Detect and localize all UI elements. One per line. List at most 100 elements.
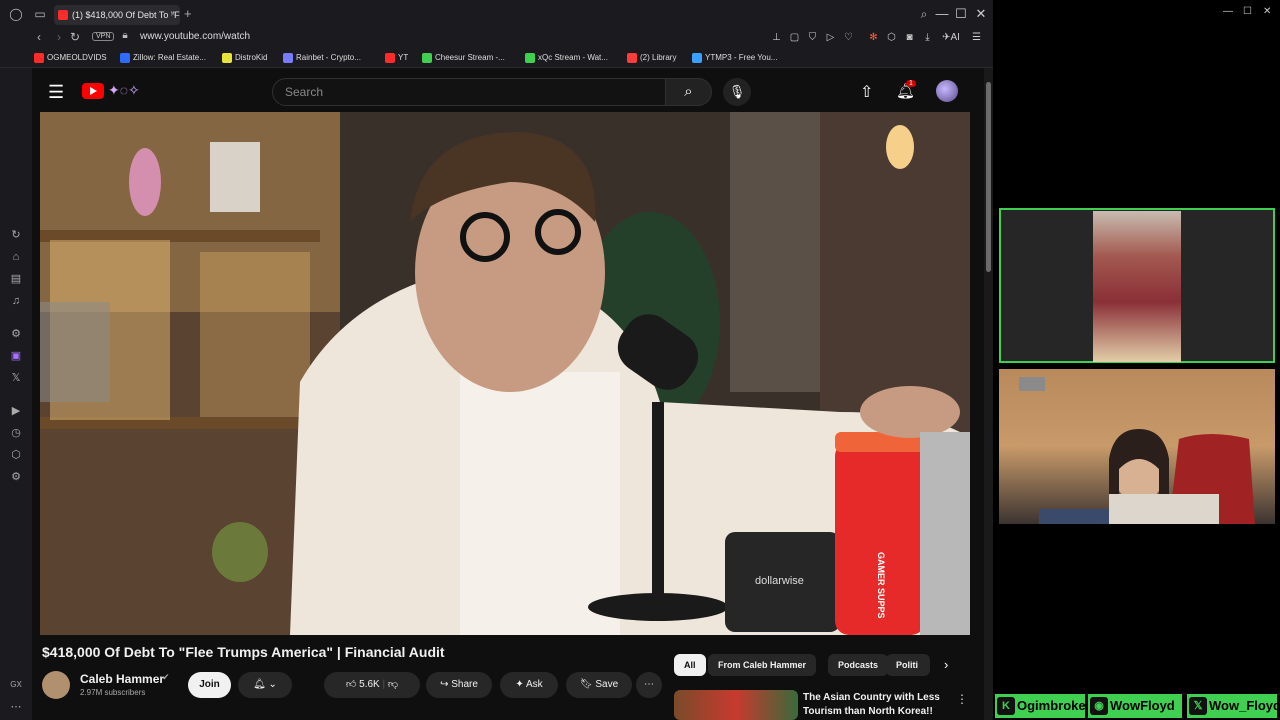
bookmark-item[interactable]: OGMEOLDVIDS (34, 53, 107, 63)
social-handle: K Ogimbroke (995, 694, 1086, 718)
bookmark-item[interactable]: DistroKid (222, 53, 267, 63)
bookmark-item[interactable]: (2) Library (627, 53, 676, 63)
close-tab-icon[interactable]: × (170, 5, 176, 25)
bag-icon[interactable]: ⌂ (9, 250, 23, 264)
channel-avatar[interactable] (42, 671, 70, 699)
vpn-badge[interactable]: VPN (92, 32, 115, 41)
forward-icon[interactable]: › (52, 30, 66, 44)
social-handle-text: Wow_Floyd1 (1209, 698, 1280, 713)
bookmark-item[interactable]: xQc Stream - Wat... (525, 53, 608, 63)
tab-title: (1) $418,000 Of Debt To "F (72, 10, 180, 20)
ask-button[interactable]: ✦ Ask (500, 672, 558, 698)
overlay-minimize-button[interactable]: — (1223, 6, 1233, 17)
bookmark-label: Zillow: Real Estate... (133, 53, 206, 62)
scrollbar-thumb[interactable] (986, 82, 991, 272)
lock-icon[interactable]: 🔒︎ (118, 30, 132, 41)
hamburger-menu-icon[interactable]: ☰ (48, 82, 64, 103)
play-icon[interactable]: ▷ (824, 31, 837, 44)
doodle-icon[interactable]: ✦◌✧ (108, 82, 140, 99)
address-bar: ‹ › ↻ VPN 🔒︎ www.youtube.com/watch ⊥ ▢ ⛉… (0, 28, 993, 48)
chip-1[interactable]: From Caleb Hammer (708, 654, 817, 676)
recommended-more-icon[interactable]: ⋮ (956, 692, 968, 706)
like-button[interactable]: 👍︎ 5.6K (346, 679, 380, 690)
webcam-feed (999, 369, 1275, 524)
share-button[interactable]: ↪ Share (426, 672, 492, 698)
recommended-title[interactable]: The Asian Country with Less Tourism than… (803, 691, 953, 719)
ai-icon[interactable]: ✈AI (940, 31, 962, 44)
bookmark-favicon-icon (525, 53, 535, 63)
clock-icon[interactable]: ◷ (9, 426, 23, 440)
chip-3[interactable]: Politi (886, 654, 930, 676)
chatgpt-icon[interactable]: ⚙ (9, 327, 23, 341)
twitch-icon[interactable]: ▣ (9, 349, 23, 363)
bookmark-item[interactable]: Cheesur Stream -... (422, 53, 505, 63)
social-handle-text: WowFloyd (1110, 698, 1175, 713)
search-tabs-icon[interactable]: ⌕ (916, 6, 932, 22)
history-icon[interactable]: ↻ (9, 228, 23, 242)
youtube-header: ☰ ✦◌✧ ⌕ 🎙︎ ⇧ 🔔︎ 1 (32, 68, 984, 114)
menu-icon[interactable]: ☰ (970, 31, 983, 44)
browser-sidebar: ↻ ⌂ ▤ ♫ ⚙ ▣ 𝕏 ▶ ◷ ⬡ ⚙ GX ⋯ (0, 68, 32, 720)
like-count: 5.6K (359, 679, 380, 690)
ask-label: Ask (525, 679, 543, 690)
news-icon[interactable]: ▤ (9, 272, 23, 286)
verified-check-icon: ✔ (162, 672, 170, 682)
back-icon[interactable]: ‹ (32, 30, 46, 44)
subscribe-notifications-button[interactable]: 🔔︎ ⌄ (238, 672, 292, 698)
avatar-ext-icon[interactable]: ◙ (903, 31, 916, 44)
heart-icon[interactable]: ♡ (842, 31, 855, 44)
bookmark-favicon-icon (422, 53, 432, 63)
voice-search-icon[interactable]: 🎙︎ (723, 78, 751, 106)
bookmark-item[interactable]: Rainbet - Crypto... (283, 53, 361, 63)
extension-icon[interactable]: ✻ (867, 31, 880, 44)
save-button[interactable]: 🔖︎ Save (566, 672, 632, 698)
page-scrollbar[interactable] (984, 68, 993, 720)
reload-icon[interactable]: ↻ (68, 30, 82, 44)
snapshot-icon[interactable]: ▢ (788, 31, 801, 44)
download-icon[interactable]: ⤓ (921, 31, 934, 44)
settings-icon[interactable]: ⚙ (9, 470, 23, 484)
account-avatar[interactable] (936, 80, 958, 102)
youtube-logo-icon[interactable] (82, 83, 104, 99)
tab-switcher-icon[interactable]: ▭ (32, 6, 48, 22)
channel-name[interactable]: Caleb Hammer (80, 672, 164, 686)
bookmark-item[interactable]: YT (385, 53, 408, 63)
overlay-maximize-button[interactable]: ☐ (1243, 6, 1252, 17)
bookmark-item[interactable]: YTMP3 - Free You... (692, 53, 777, 63)
video-player[interactable]: dollarwise GAMER SUPPS (40, 112, 970, 635)
overlay-close-button[interactable]: ✕ (1263, 6, 1271, 17)
bookmark-item[interactable]: Zillow: Real Estate... (120, 53, 206, 63)
bookmark-favicon-icon (283, 53, 293, 63)
create-upload-icon[interactable]: ⇧ (860, 82, 873, 102)
bookmarks-bar: OGMEOLDVIDS Zillow: Real Estate... DistroK… (0, 48, 993, 68)
x-twitter-icon[interactable]: 𝕏 (9, 371, 23, 385)
search-button[interactable]: ⌕ (665, 78, 712, 106)
recommended-thumbnail[interactable] (674, 690, 798, 720)
close-window-button[interactable]: ✕ (973, 6, 989, 22)
pin-icon[interactable]: ⊥ (770, 31, 783, 44)
dislike-button[interactable]: 👎︎ (388, 679, 398, 690)
search-box (272, 78, 666, 106)
gx-label[interactable]: GX (9, 678, 23, 692)
music-icon[interactable]: ♫ (9, 294, 23, 308)
url-field[interactable]: www.youtube.com/watch (140, 31, 250, 42)
more-actions-button[interactable]: ⋯ (636, 672, 662, 698)
search-input[interactable] (273, 79, 653, 105)
chip-0[interactable]: All (674, 654, 706, 676)
spotify-icon: ◉ (1090, 697, 1108, 715)
chip-2[interactable]: Podcasts (828, 654, 889, 676)
extensions-icon[interactable]: ⬡ (9, 448, 23, 462)
minimize-button[interactable]: — (934, 6, 950, 21)
chips-next-icon[interactable]: › (944, 657, 948, 672)
shield-icon[interactable]: ⛉ (806, 31, 819, 44)
join-button[interactable]: Join (188, 672, 231, 698)
tab-active[interactable]: (1) $418,000 Of Debt To "F × (54, 5, 180, 25)
opera-gx-logo-icon[interactable]: ◯ (8, 6, 24, 22)
notification-count-badge: 1 (906, 80, 916, 87)
player-icon[interactable]: ▶ (9, 404, 23, 418)
new-tab-button[interactable]: + (184, 6, 192, 21)
puzzle-icon[interactable]: ⬡ (885, 31, 898, 44)
maximize-button[interactable]: ☐ (953, 6, 969, 22)
camera-feed-top-video (1093, 211, 1181, 362)
more-icon[interactable]: ⋯ (9, 700, 23, 714)
